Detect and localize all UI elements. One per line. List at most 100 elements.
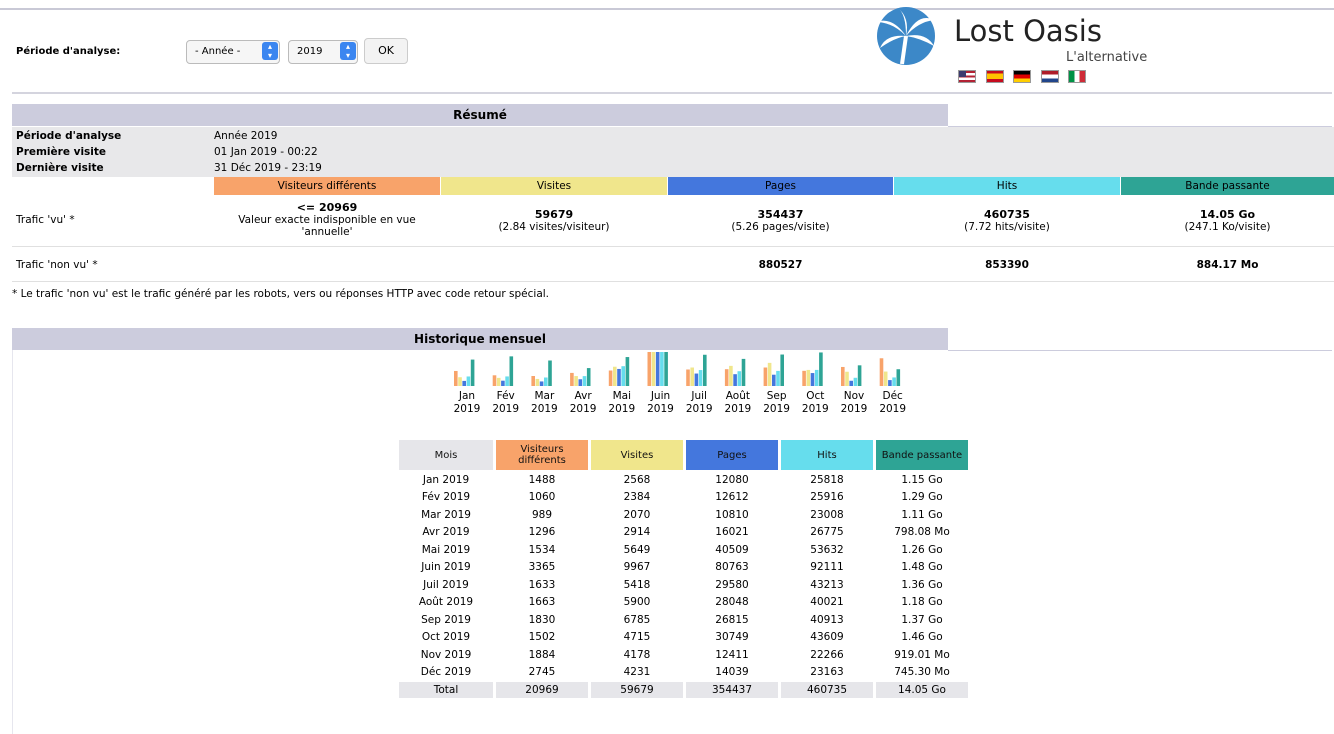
- chart-month-label[interactable]: Sep 2019: [758, 390, 796, 416]
- language-flags: [958, 70, 1092, 86]
- table-cell: 2070: [623, 508, 651, 521]
- chart-bar: [845, 371, 849, 386]
- chart-month-year: 2019: [801, 403, 829, 415]
- table-cell: 1502: [528, 631, 556, 644]
- table-row: Juin 2019 3365 9967 80763 92111 1.48 Go: [399, 560, 968, 576]
- chart-bar: [655, 352, 660, 386]
- chart-month-name: Mai: [612, 390, 631, 402]
- chart-bar: [892, 377, 896, 386]
- viewed-bandwidth-sub: (247.1 Ko/visite): [1184, 221, 1271, 233]
- chart-bar: [505, 376, 509, 386]
- table-cell: 43609: [810, 631, 844, 644]
- table-cell: 798.08 Mo: [894, 526, 950, 539]
- chart-bar: [458, 377, 462, 386]
- chart-bar: [492, 375, 497, 386]
- table-cell: 2568: [623, 473, 651, 486]
- table-cell: 1060: [528, 491, 556, 504]
- nl-flag-icon[interactable]: [1040, 70, 1059, 83]
- table-row: Nov 2019 1884 4178 12411 22266 919.01 Mo: [399, 647, 968, 663]
- viewed-pages: 354437 (5.26 pages/visite): [668, 208, 893, 233]
- us-flag-icon[interactable]: [958, 70, 976, 83]
- chart-month-label[interactable]: Juil 2019: [680, 390, 718, 416]
- viewed-hits-sub: (7.72 hits/visite): [964, 221, 1050, 233]
- chart-bar: [724, 369, 729, 386]
- th-pages: Pages: [686, 440, 778, 470]
- table-row: Août 2019 1663 5900 28048 40021 1.18 Go: [399, 595, 968, 611]
- chart-month-label[interactable]: Nov 2019: [835, 390, 873, 416]
- chart-bar: [647, 352, 652, 386]
- not-viewed-pages: 880527: [758, 259, 803, 271]
- table-cell: 4715: [623, 631, 651, 644]
- viewed-traffic-label: Trafic 'vu' *: [16, 214, 75, 226]
- table-cell: 28048: [715, 596, 749, 609]
- chart-bar: [613, 366, 617, 386]
- chart-month-label[interactable]: Mar 2019: [525, 390, 563, 416]
- table-row: Oct 2019 1502 4715 30749 43609 1.46 Go: [399, 630, 968, 646]
- chart-month-label[interactable]: Août 2019: [719, 390, 757, 416]
- palm-logo-icon: [876, 7, 935, 65]
- chart-bar: [737, 371, 742, 386]
- chart-bar: [806, 369, 811, 386]
- table-cell: Sep 2019: [421, 613, 471, 626]
- chart-bar: [733, 374, 737, 386]
- col-visitors: Visiteurs différents: [214, 177, 440, 195]
- chart-bar: [767, 362, 772, 386]
- table-cell: 919.01 Mo: [894, 648, 950, 661]
- chart-bar: [544, 377, 548, 386]
- table-cell: 1534: [528, 543, 556, 556]
- chart-bar: [617, 368, 621, 386]
- chart-bar: [531, 376, 535, 386]
- table-cell: 1633: [528, 578, 556, 591]
- table-cell: 1.26 Go: [901, 543, 943, 556]
- chart-bar: [810, 373, 815, 386]
- table-cell: 1884: [528, 648, 556, 661]
- table-cell: 25916: [810, 491, 844, 504]
- chart-month-year: 2019: [840, 403, 868, 415]
- period-select[interactable]: - Année - ▴ ▾: [186, 40, 280, 64]
- chart-month-year: 2019: [531, 403, 558, 415]
- it-flag-icon[interactable]: [1068, 70, 1086, 83]
- chart-month-label[interactable]: Mai 2019: [603, 390, 641, 416]
- table-cell: 4231: [623, 666, 651, 679]
- ok-button[interactable]: OK: [364, 38, 408, 64]
- de-flag-icon[interactable]: [1013, 70, 1031, 83]
- chart-bar: [780, 354, 784, 386]
- chart-month-label[interactable]: Jan 2019: [448, 390, 486, 416]
- period-label: Période d'analyse:: [16, 46, 121, 57]
- total-cell: 354437: [686, 682, 778, 698]
- es-flag-icon[interactable]: [985, 70, 1004, 83]
- chart-bar: [729, 365, 733, 386]
- table-cell: 2745: [528, 666, 556, 679]
- chart-month-label[interactable]: Avr 2019: [564, 390, 602, 416]
- chart-month-label[interactable]: Déc 2019: [874, 390, 912, 416]
- chevron-updown-icon: ▴ ▾: [340, 42, 356, 60]
- table-cell: 30749: [715, 631, 749, 644]
- th-month: Mois: [399, 440, 493, 470]
- table-cell: 2914: [623, 526, 651, 539]
- chart-bar: [841, 366, 845, 386]
- chart-bar: [741, 358, 746, 386]
- year-select[interactable]: 2019 ▴ ▾: [288, 40, 358, 64]
- table-cell: 43213: [810, 578, 844, 591]
- period-select-value: - Année -: [195, 46, 241, 57]
- col-pages: Pages: [668, 177, 893, 195]
- chart-month-label[interactable]: Juin 2019: [642, 390, 680, 416]
- table-cell: 1.18 Go: [901, 596, 943, 609]
- chart-bar: [454, 370, 458, 386]
- chart-month-label[interactable]: Oct 2019: [796, 390, 834, 416]
- table-cell: Fév 2019: [421, 491, 471, 504]
- total-cell: 460735: [781, 682, 873, 698]
- chart-month-label[interactable]: Fév 2019: [487, 390, 525, 416]
- chart-month-year: 2019: [492, 403, 520, 415]
- summary-first-visit-label: Première visite: [16, 146, 107, 158]
- table-cell: 53632: [810, 543, 844, 556]
- table-cell: Juin 2019: [421, 561, 471, 574]
- chart-bar: [570, 372, 574, 386]
- table-cell: Nov 2019: [420, 648, 472, 661]
- chart-bar: [763, 367, 768, 386]
- table-cell: 1830: [528, 613, 556, 626]
- table-row: Juil 2019 1633 5418 29580 43213 1.36 Go: [399, 577, 968, 593]
- table-cell: 1.48 Go: [901, 561, 943, 574]
- chart-bar: [621, 366, 625, 386]
- chart-month-year: 2019: [453, 403, 481, 415]
